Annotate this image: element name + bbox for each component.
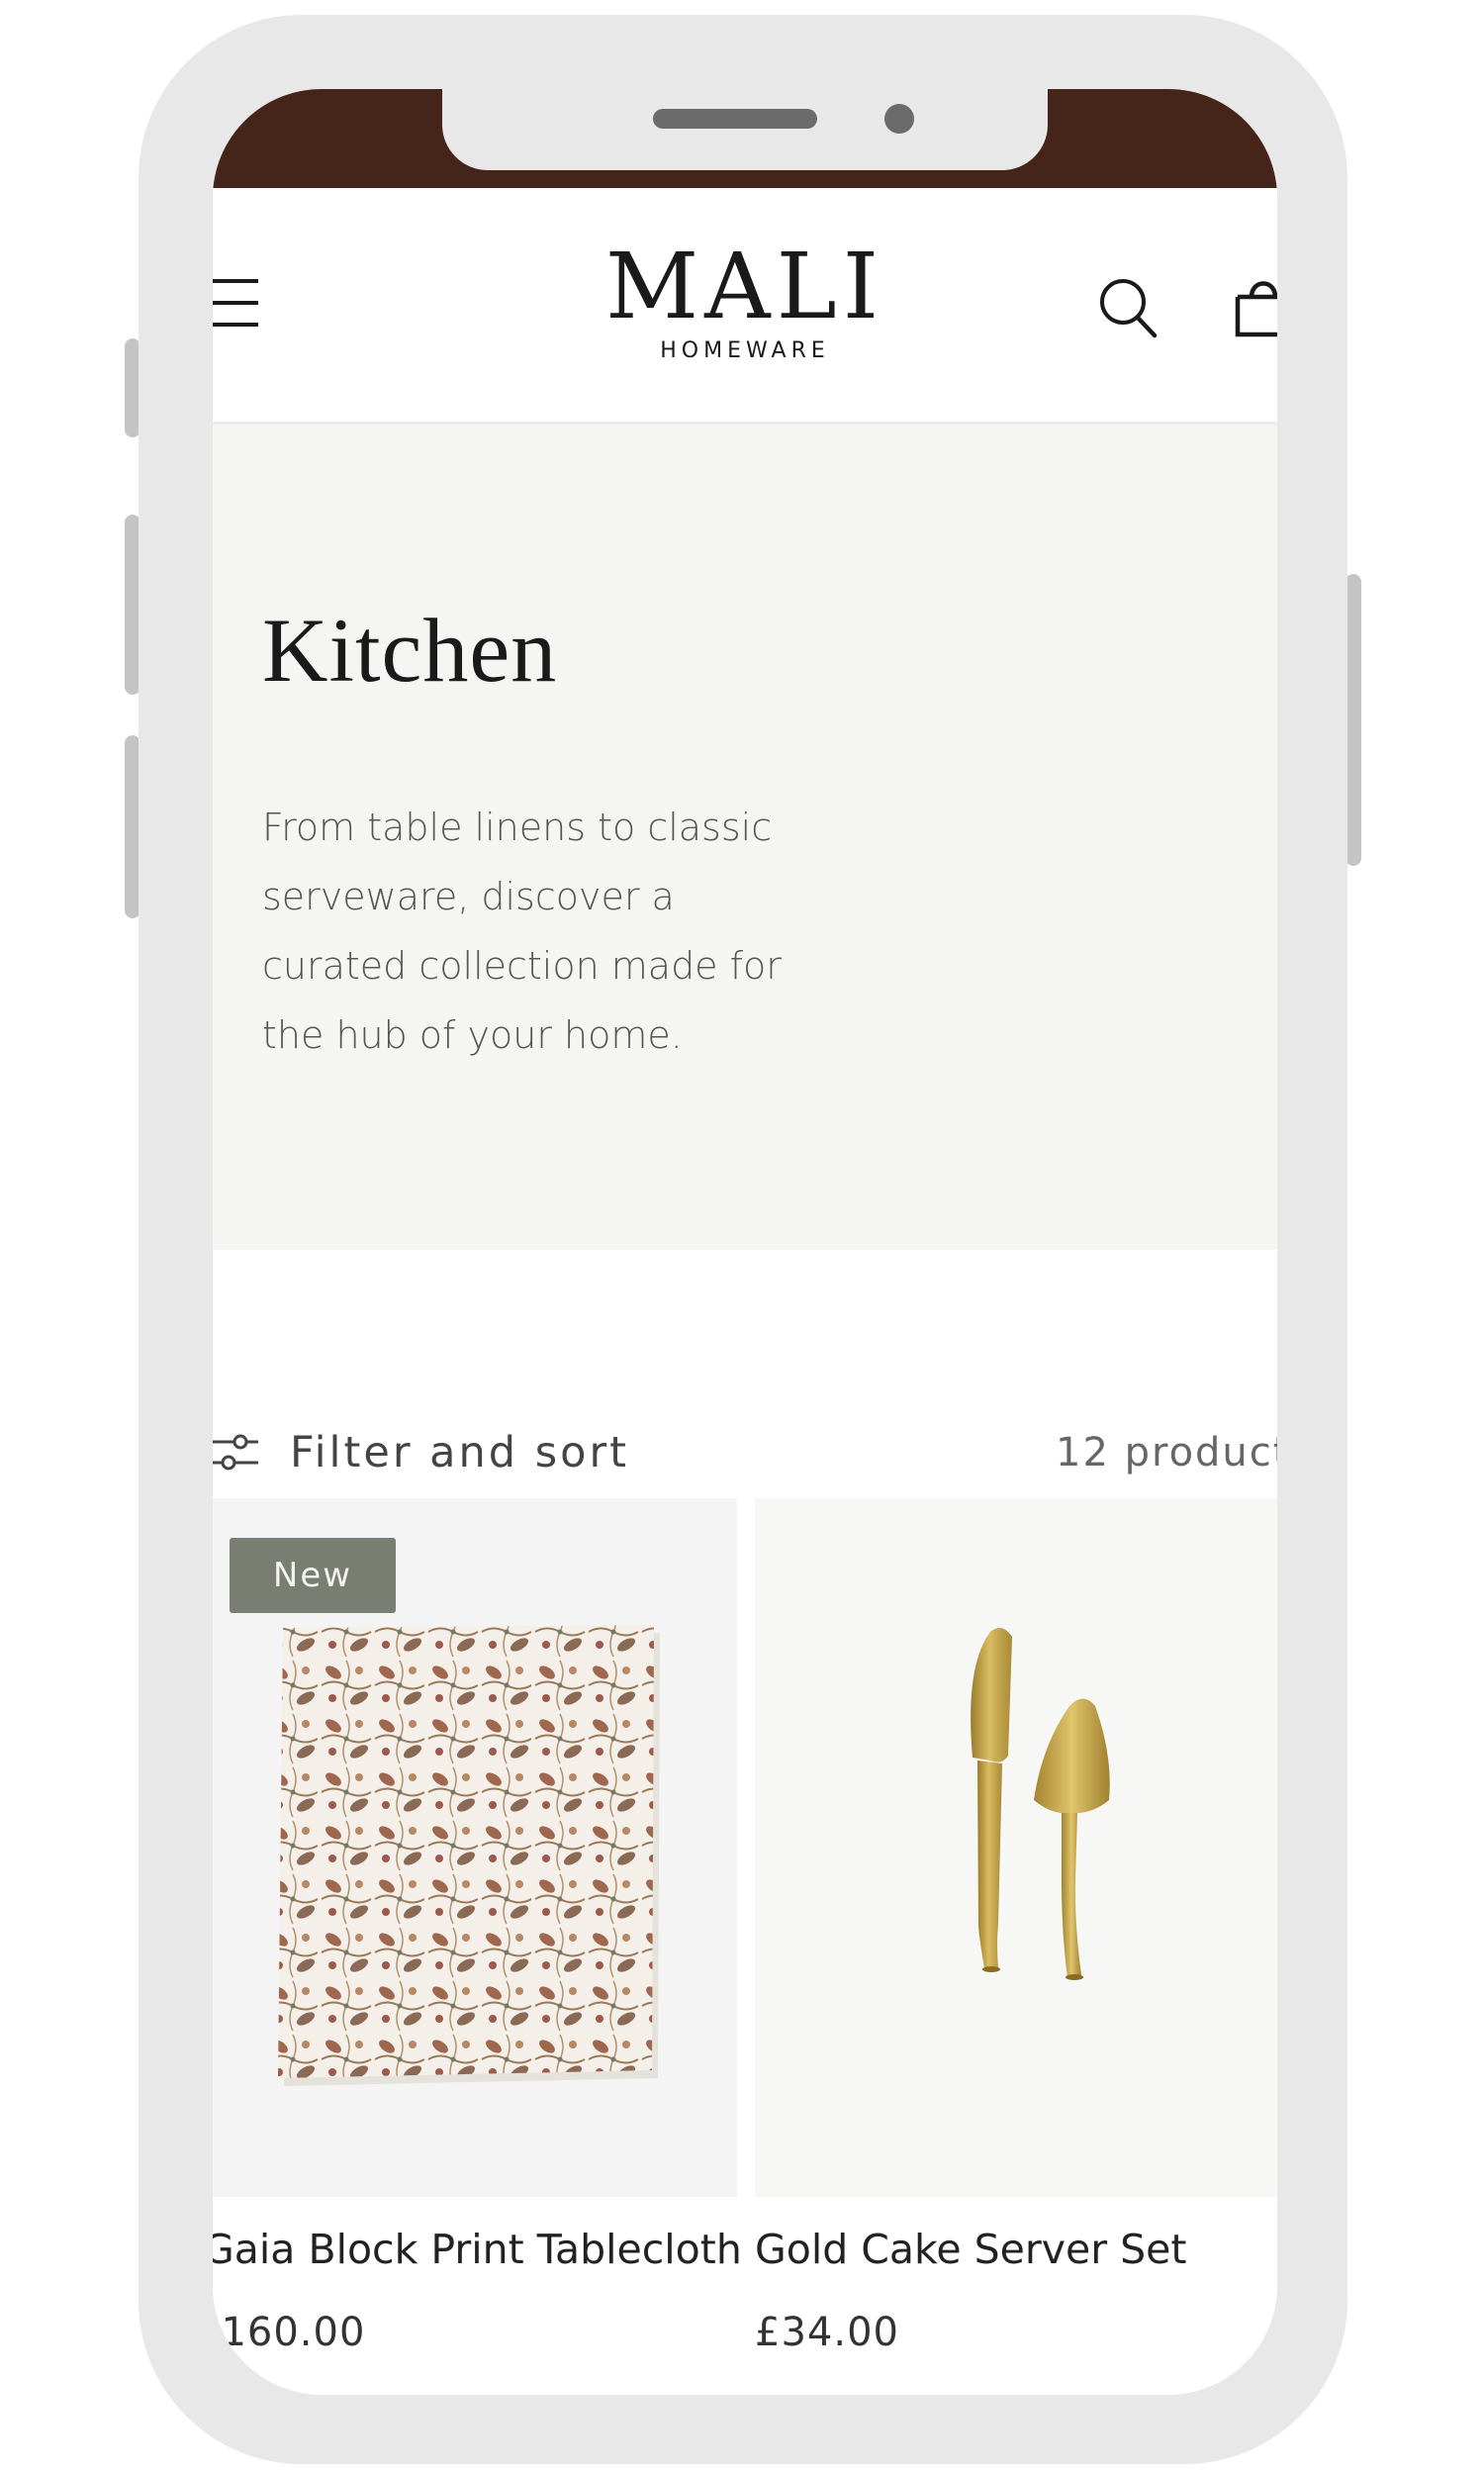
speaker — [653, 109, 817, 129]
cart-icon[interactable] — [1232, 275, 1277, 338]
collection-description: From table linens to classic serveware, … — [262, 806, 782, 1057]
search-icon[interactable] — [1098, 277, 1158, 338]
product-count: 12 products — [1056, 1430, 1277, 1475]
site-header: MALI HOMEWARE — [213, 188, 1277, 425]
product-card[interactable]: New Gaia Block Print Tablecloth £160.00 — [213, 1498, 742, 2355]
filter-label: Filter and sort — [290, 1428, 629, 1477]
filter-and-sort-button[interactable]: Filter and sort — [213, 1423, 629, 1482]
product-title[interactable]: Gaia Block Print Tablecloth — [213, 2226, 742, 2273]
page-title: Kitchen — [262, 600, 558, 701]
product-image[interactable]: New — [213, 1498, 737, 2197]
phone-screen: MALI HOMEWARE Kitchen From table linens … — [213, 89, 1277, 2395]
cake-server-image — [971, 1628, 1110, 1980]
power-button — [1345, 574, 1361, 866]
notch — [442, 89, 1048, 170]
logo-tagline: HOMEWARE — [660, 338, 830, 363]
menu-icon[interactable] — [213, 277, 258, 329]
new-badge: New — [230, 1538, 396, 1613]
product-title[interactable]: Gold Cake Server Set — [755, 2226, 1186, 2273]
product-card[interactable]: Gold Cake Server Set £34.00 — [755, 1498, 1277, 2355]
product-image[interactable] — [755, 1498, 1277, 2197]
front-camera — [884, 104, 914, 134]
sliders-icon — [213, 1434, 258, 1471]
site-logo[interactable]: MALI HOMEWARE — [597, 234, 893, 364]
status-bar — [213, 89, 1277, 188]
product-price: £34.00 — [755, 2310, 899, 2355]
product-price: £160.00 — [213, 2310, 366, 2355]
collection-hero: Kitchen From table linens to classic ser… — [213, 425, 1277, 1250]
logo-wordmark: MALI — [604, 234, 885, 339]
